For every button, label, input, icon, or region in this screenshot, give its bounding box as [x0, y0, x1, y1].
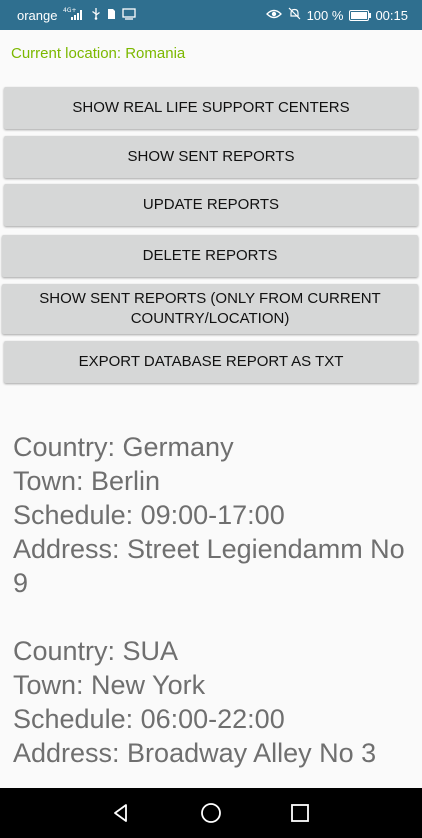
support-center-entry: Country: Germany Town: Berlin Schedule: … — [13, 430, 413, 600]
center-country: Country: Germany — [13, 432, 234, 462]
show-sent-reports-location-button[interactable]: SHOW SENT REPORTS (ONLY FROM CURRENT COU… — [2, 284, 418, 334]
support-center-entry: Country: SUA Town: New York Schedule: 06… — [13, 634, 413, 770]
sim-card-icon — [107, 8, 116, 24]
status-bar: orange 4G+ 100 % 00:15 — [0, 0, 422, 30]
home-circle-icon[interactable] — [199, 801, 223, 825]
status-left: orange 4G+ — [17, 7, 137, 24]
battery-level — [351, 12, 368, 19]
current-location-label: Current location: Romania — [11, 45, 186, 62]
show-support-centers-button[interactable]: SHOW REAL LIFE SUPPORT CENTERS — [4, 87, 418, 129]
navigation-bar — [0, 788, 422, 838]
back-triangle-icon[interactable] — [109, 801, 133, 825]
center-town: Town: Berlin — [13, 466, 161, 496]
signal-icon: 4G+ — [63, 7, 85, 24]
center-address: Address: Broadway Alley No 3 — [13, 738, 377, 768]
update-reports-button[interactable]: UPDATE REPORTS — [4, 184, 418, 226]
carrier-label: orange — [17, 8, 58, 23]
app-screen: orange 4G+ 100 % 00:15 Current location:… — [0, 0, 422, 838]
battery-percent: 100 % — [306, 8, 344, 23]
battery-icon — [349, 10, 372, 21]
center-address: Address: Street Legiendamm No 9 — [13, 534, 405, 598]
notifications-off-icon — [288, 7, 301, 24]
status-right: 100 % 00:15 — [265, 7, 408, 24]
show-sent-reports-button[interactable]: SHOW SENT REPORTS — [4, 136, 418, 178]
support-centers-list: Country: Germany Town: Berlin Schedule: … — [13, 430, 413, 804]
delete-reports-button[interactable]: DELETE REPORTS — [2, 235, 418, 277]
center-schedule: Schedule: 09:00-17:00 — [13, 500, 285, 530]
eye-comfort-icon — [265, 8, 282, 24]
center-country: Country: SUA — [13, 636, 179, 666]
center-town: Town: New York — [13, 670, 206, 700]
center-schedule: Schedule: 06:00-22:00 — [13, 704, 285, 734]
clock: 00:15 — [375, 8, 408, 23]
svg-text:4G+: 4G+ — [63, 7, 77, 14]
recents-square-icon[interactable] — [288, 801, 312, 825]
screen-icon — [122, 7, 137, 24]
export-database-button[interactable]: EXPORT DATABASE REPORT AS TXT — [4, 341, 418, 383]
usb-icon — [91, 7, 101, 24]
